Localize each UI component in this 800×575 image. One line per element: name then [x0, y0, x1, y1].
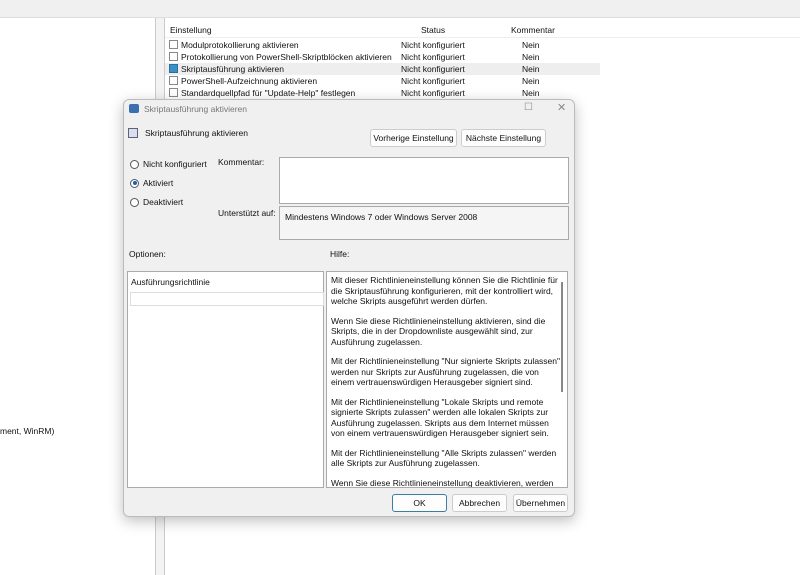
comment-label: Kommentar:	[218, 157, 265, 167]
dialog-title: Skriptausführung aktivieren	[144, 104, 248, 114]
setting-name: Modulprotokollierung aktivieren	[181, 40, 299, 50]
help-scrollbar[interactable]	[561, 282, 563, 392]
ok-button[interactable]: OK	[392, 494, 447, 512]
setting-comment: Nein	[522, 64, 540, 74]
radio-deaktiviert[interactable]: Deaktiviert	[130, 197, 183, 207]
policy-heading: Skriptausführung aktivieren	[145, 128, 249, 138]
column-einstellung[interactable]: Einstellung	[170, 25, 212, 35]
option-label: Ausführungsrichtlinie	[131, 277, 210, 287]
list-row[interactable]: Protokollierung von PowerShell-Skriptblö…	[165, 51, 600, 63]
help-paragraph: Mit der Richtlinieneinstellung "Lokale S…	[331, 396, 549, 439]
supported-label: Unterstützt auf:	[218, 208, 276, 218]
list-row[interactable]: Standardquellpfad für "Update-Help" fest…	[165, 87, 600, 99]
setting-name: Standardquellpfad für "Update-Help" fest…	[181, 88, 356, 98]
list-row[interactable]: PowerShell-Aufzeichnung aktivieren Nicht…	[165, 75, 600, 87]
policy-icon	[128, 128, 138, 138]
policy-setting-icon	[169, 40, 178, 49]
setting-comment: Nein	[522, 76, 540, 86]
policy-setting-icon	[169, 76, 178, 85]
column-status[interactable]: Status	[421, 25, 445, 35]
setting-name: Protokollierung von PowerShell-Skriptblö…	[181, 52, 392, 62]
radio-circle[interactable]	[130, 159, 139, 169]
column-kommentar[interactable]: Kommentar	[511, 25, 555, 35]
help-paragraph: Mit der Richtlinieneinstellung "Nur sign…	[331, 356, 561, 387]
setting-comment: Nein	[522, 88, 540, 98]
policy-dialog: Skriptausführung aktivieren ☐ ✕ Skriptau…	[123, 99, 575, 517]
radio-label: Nicht konfiguriert	[143, 159, 207, 169]
comment-textarea[interactable]	[279, 157, 569, 204]
app-icon	[129, 104, 139, 113]
execution-policy-dropdown[interactable]	[130, 292, 324, 306]
policy-setting-icon	[169, 88, 178, 97]
list-row[interactable]: Skriptausführung aktivieren Nicht konfig…	[165, 63, 600, 75]
radio-label: Aktiviert	[143, 178, 174, 188]
cancel-button[interactable]: Abbrechen	[452, 494, 507, 512]
list-row[interactable]: Modulprotokollierung aktivieren Nicht ko…	[165, 39, 600, 51]
list-header: Einstellung Status Kommentar	[165, 22, 800, 38]
supported-value: Mindestens Windows 7 oder Windows Server…	[285, 212, 478, 222]
setting-name: PowerShell-Aufzeichnung aktivieren	[181, 76, 318, 86]
setting-comment: Nein	[522, 40, 540, 50]
setting-comment: Nein	[522, 52, 540, 62]
next-setting-button[interactable]: Nächste Einstellung	[461, 129, 546, 147]
options-pane: Ausführungsrichtlinie	[127, 271, 324, 488]
tree-item-fragment[interactable]: ment, WinRM)	[0, 426, 54, 436]
apply-button[interactable]: Übernehmen	[513, 494, 568, 512]
policy-setting-icon	[169, 64, 178, 73]
setting-status: Nicht konfiguriert	[401, 52, 465, 62]
previous-setting-button[interactable]: Vorherige Einstellung	[370, 129, 457, 147]
help-paragraph: Mit der Richtlinieneinstellung "Alle Skr…	[331, 447, 557, 469]
setting-status: Nicht konfiguriert	[401, 76, 465, 86]
setting-status: Nicht konfiguriert	[401, 88, 465, 98]
radio-label: Deaktiviert	[143, 197, 184, 207]
setting-status: Nicht konfiguriert	[401, 64, 465, 74]
options-label: Optionen:	[129, 249, 166, 259]
toolbar	[0, 0, 800, 18]
help-pane: Mit dieser Richtlinieneinstellung können…	[326, 271, 568, 488]
supported-on-field: Mindestens Windows 7 oder Windows Server…	[279, 206, 569, 240]
policy-setting-icon	[169, 52, 178, 61]
setting-status: Nicht konfiguriert	[401, 40, 465, 50]
help-paragraph: Wenn Sie diese Richtlinieneinstellung de…	[331, 477, 554, 488]
radio-circle[interactable]	[130, 178, 139, 188]
radio-circle[interactable]	[130, 197, 139, 207]
close-icon[interactable]: ✕	[557, 101, 566, 114]
help-label: Hilfe:	[330, 249, 350, 259]
setting-name: Skriptausführung aktivieren	[181, 64, 285, 74]
radio-nicht-konfiguriert[interactable]: Nicht konfiguriert	[130, 159, 207, 169]
radio-aktiviert[interactable]: Aktiviert	[130, 178, 173, 188]
help-paragraph: Wenn Sie diese Richtlinieneinstellung ak…	[331, 315, 546, 347]
help-paragraph: Mit dieser Richtlinieneinstellung können…	[331, 275, 558, 306]
maximize-icon[interactable]: ☐	[524, 102, 533, 113]
